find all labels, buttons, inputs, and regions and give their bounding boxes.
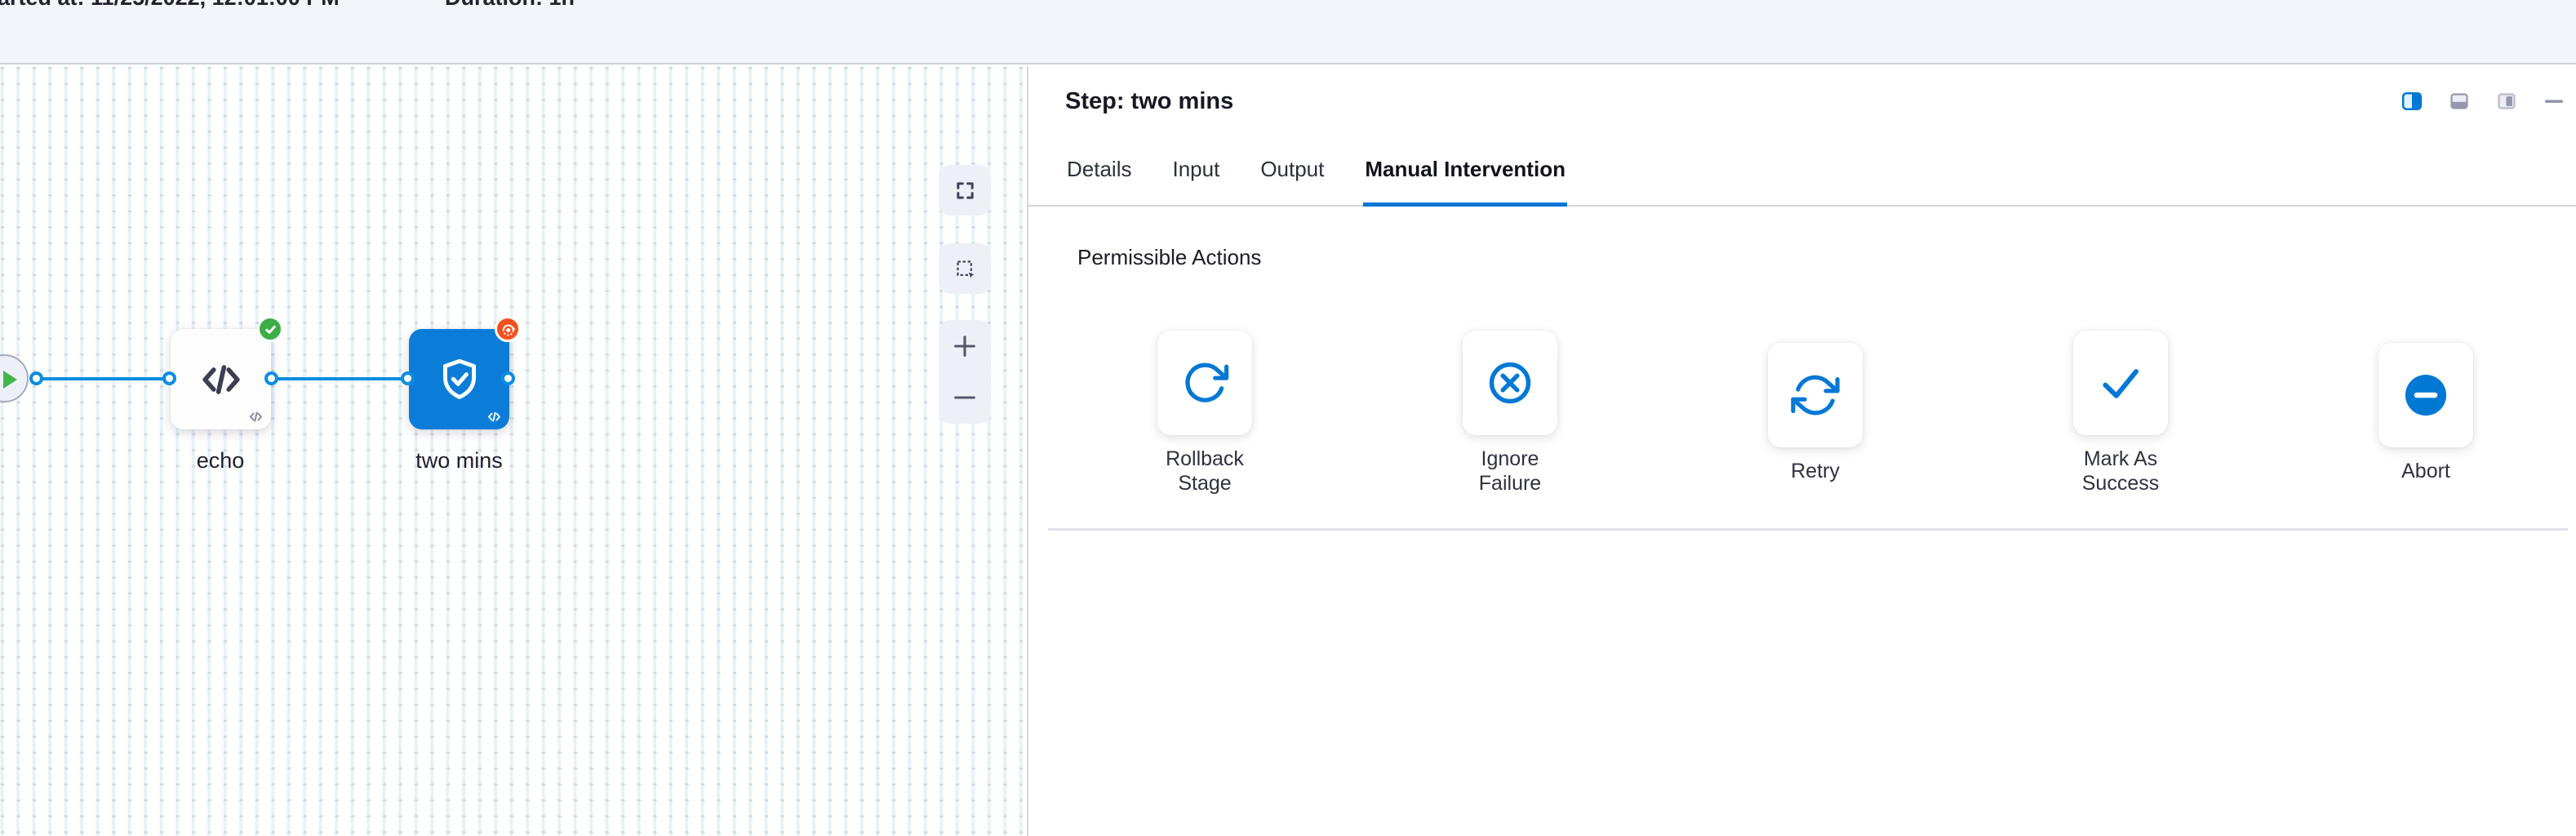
right-panel-icon <box>2497 91 2516 111</box>
retry-icon <box>1790 370 1841 420</box>
connector-port <box>162 371 176 385</box>
right-panel-button[interactable] <box>2496 91 2517 112</box>
node-label-echo: echo <box>163 448 278 474</box>
section-divider <box>1048 528 2568 531</box>
action-card[interactable] <box>1463 331 1557 435</box>
edge-start-echo <box>33 377 173 380</box>
code-icon <box>198 356 245 403</box>
panel-title: Step: two mins <box>1065 88 2401 115</box>
fit-to-screen-button[interactable] <box>939 165 991 216</box>
tab-details[interactable]: Details <box>1065 136 1133 207</box>
action-card[interactable] <box>1157 331 1252 435</box>
action-label: Retry <box>1791 459 1840 483</box>
zoom-out-button[interactable] <box>939 372 991 425</box>
action-card[interactable] <box>1768 343 1863 447</box>
action-label: Mark As Success <box>2059 447 2182 496</box>
shield-check-icon <box>434 354 485 405</box>
step-details-panel: Step: two mins <box>1028 66 2576 836</box>
script-type-icon <box>486 409 502 425</box>
panel-layout-controls <box>2401 91 2565 112</box>
connector-port <box>401 371 415 385</box>
plus-icon <box>951 332 979 360</box>
tab-input[interactable]: Input <box>1170 136 1221 207</box>
step-node-echo[interactable] <box>171 329 271 429</box>
split-panel-icon <box>2401 91 2423 112</box>
duration-text: Duration: 1h <box>445 0 575 9</box>
action-card[interactable] <box>2378 343 2473 447</box>
action-ignore-failure[interactable]: Ignore Failure <box>1449 331 1571 496</box>
bottom-panel-button[interactable] <box>2449 91 2470 112</box>
tab-manual-intervention[interactable]: Manual Intervention <box>1363 136 1567 207</box>
panel-header: Step: two mins <box>1028 66 2576 136</box>
action-abort[interactable]: Abort <box>2365 343 2487 483</box>
bottom-panel-icon <box>2449 91 2469 111</box>
action-retry[interactable]: Retry <box>1754 343 1876 483</box>
zoom-controls <box>939 320 991 424</box>
abort-icon <box>2401 370 2451 420</box>
success-badge-icon <box>257 316 283 342</box>
action-label: Ignore Failure <box>1449 447 1571 496</box>
edge-echo-twomins <box>268 377 411 380</box>
execution-header-band: Started at: 11/25/2022, 12:01:00 PM Dura… <box>0 0 2576 64</box>
connector-port <box>264 371 278 385</box>
step-node-two-mins[interactable] <box>409 329 509 429</box>
mark-as-success-icon <box>2095 358 2146 408</box>
minimize-panel-button[interactable] <box>2543 91 2565 112</box>
started-at-text: Started at: 11/25/2022, 12:01:00 PM <box>0 0 340 9</box>
pipeline-start-node <box>0 354 29 402</box>
permissible-actions-row: Rollback Stage Ignore Failure <box>1144 331 2576 496</box>
ignore-failure-icon <box>1485 358 1535 408</box>
minus-icon <box>951 384 979 411</box>
tab-output[interactable]: Output <box>1259 136 1326 207</box>
split-view-button[interactable] <box>2401 91 2423 112</box>
step-tabs: Details Input Output Manual Intervention <box>1028 136 2576 207</box>
node-label-two-mins: two mins <box>392 448 526 474</box>
action-card[interactable] <box>2073 331 2168 435</box>
manual-intervention-content: Permissible Actions Rollback Stage <box>1028 207 2576 531</box>
play-icon <box>3 371 17 389</box>
minimize-icon <box>2544 91 2564 111</box>
action-rollback-stage[interactable]: Rollback Stage <box>1144 331 1266 496</box>
action-label: Rollback Stage <box>1144 447 1266 496</box>
action-label: Abort <box>2401 459 2450 483</box>
section-title: Permissible Actions <box>1077 244 2576 270</box>
selection-icon <box>954 258 976 280</box>
connector-port <box>29 371 43 385</box>
pipeline-canvas[interactable]: echo two mins <box>0 66 1027 836</box>
fullscreen-icon <box>954 180 976 202</box>
connector-port <box>501 371 515 385</box>
panel-divider <box>1027 66 1028 836</box>
zoom-in-button[interactable] <box>939 320 991 372</box>
script-type-icon <box>248 409 264 425</box>
timeout-badge-icon <box>495 316 521 342</box>
marquee-select-button[interactable] <box>939 243 991 294</box>
action-mark-as-success[interactable]: Mark As Success <box>2059 331 2182 496</box>
rollback-icon <box>1179 358 1230 408</box>
